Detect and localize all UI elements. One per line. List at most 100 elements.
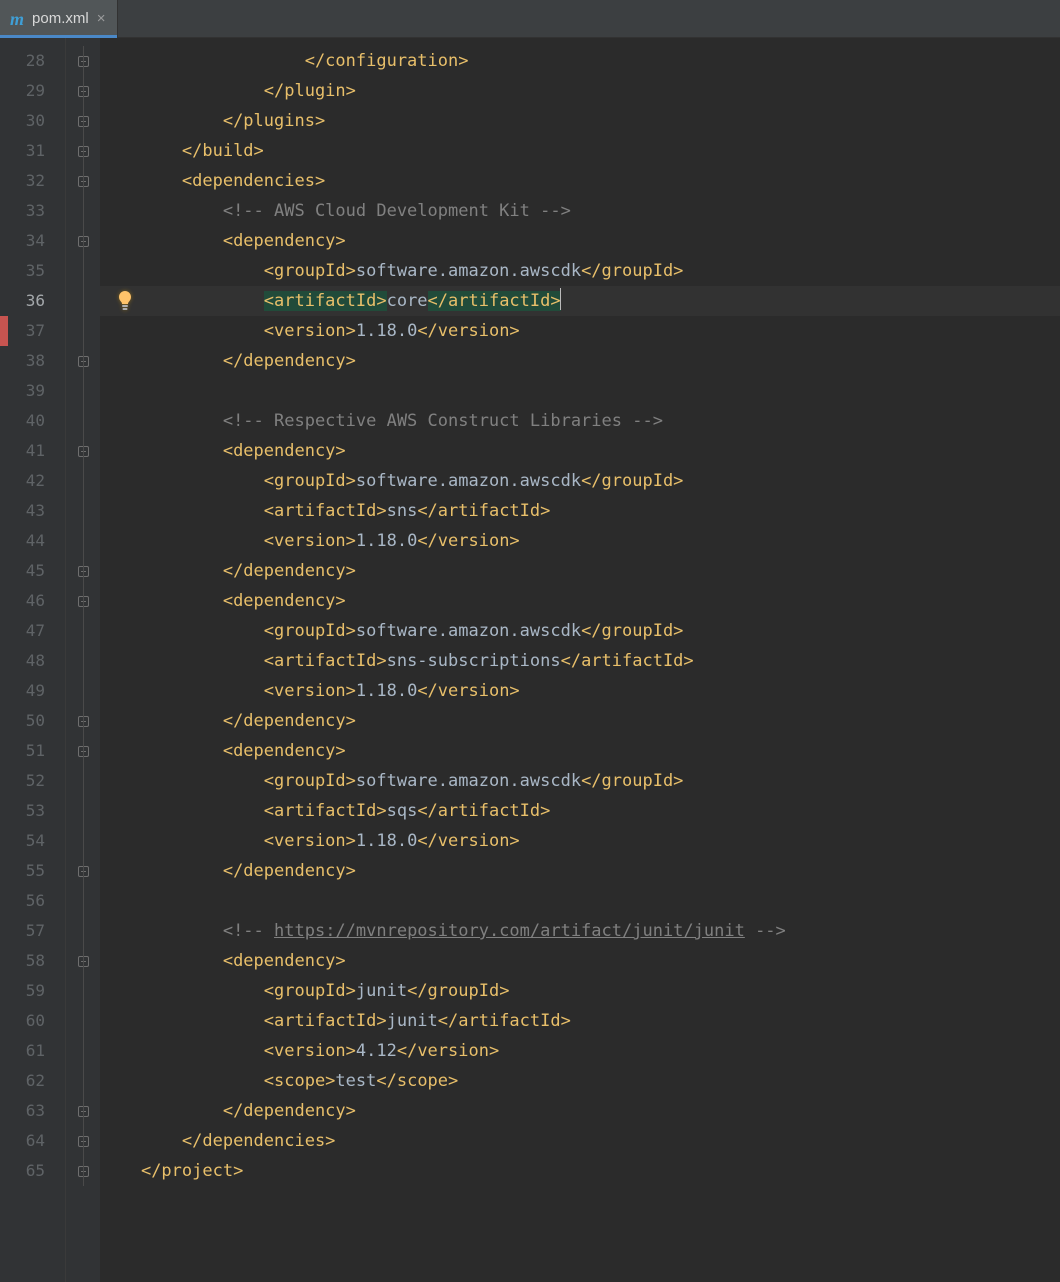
code-line[interactable]: <artifactId>sqs</artifactId>	[100, 796, 1060, 826]
line-number[interactable]: 45	[0, 556, 65, 586]
line-number[interactable]: 44	[0, 526, 65, 556]
line-number[interactable]: 49	[0, 676, 65, 706]
code-line[interactable]: <artifactId>sns</artifactId>	[100, 496, 1060, 526]
fold-close-icon[interactable]	[66, 856, 100, 886]
line-number[interactable]: 59	[0, 976, 65, 1006]
line-number[interactable]: 30	[0, 106, 65, 136]
fold-close-icon[interactable]	[66, 1126, 100, 1156]
fold-close-icon[interactable]	[66, 346, 100, 376]
line-number[interactable]: 58	[0, 946, 65, 976]
line-number[interactable]: 46	[0, 586, 65, 616]
code-area[interactable]: </configuration> </plugin> </plugins> </…	[100, 38, 1060, 1282]
line-number[interactable]: 61	[0, 1036, 65, 1066]
code-line[interactable]	[100, 376, 1060, 406]
line-number[interactable]: 36	[0, 286, 65, 316]
code-line[interactable]: </dependencies>	[100, 1126, 1060, 1156]
tab-pom-xml[interactable]: m pom.xml ×	[0, 0, 118, 37]
line-number[interactable]: 48	[0, 646, 65, 676]
code-line[interactable]: </dependency>	[100, 856, 1060, 886]
line-number[interactable]: 41	[0, 436, 65, 466]
code-line[interactable]: <version>1.18.0</version>	[100, 676, 1060, 706]
line-number[interactable]: 54	[0, 826, 65, 856]
line-number[interactable]: 52	[0, 766, 65, 796]
fold-column[interactable]	[66, 38, 100, 1282]
line-number[interactable]: 57	[0, 916, 65, 946]
code-line[interactable]: <artifactId>core</artifactId>	[100, 286, 1060, 316]
code-line[interactable]: </dependency>	[100, 706, 1060, 736]
code-line[interactable]: </dependency>	[100, 556, 1060, 586]
code-line[interactable]: <dependency>	[100, 586, 1060, 616]
line-number[interactable]: 56	[0, 886, 65, 916]
line-number[interactable]: 51	[0, 736, 65, 766]
code-line[interactable]	[100, 886, 1060, 916]
code-line[interactable]: <!-- Respective AWS Construct Libraries …	[100, 406, 1060, 436]
line-number[interactable]: 43	[0, 496, 65, 526]
code-line[interactable]: <version>4.12</version>	[100, 1036, 1060, 1066]
code-line[interactable]: <version>1.18.0</version>	[100, 526, 1060, 556]
fold-close-icon[interactable]	[66, 706, 100, 736]
code-line[interactable]: <dependencies>	[100, 166, 1060, 196]
fold-open-icon[interactable]	[66, 736, 100, 766]
line-number[interactable]: 65	[0, 1156, 65, 1186]
code-line[interactable]: <!-- https://mvnrepository.com/artifact/…	[100, 916, 1060, 946]
line-number[interactable]: 28	[0, 46, 65, 76]
fold-open-icon[interactable]	[66, 226, 100, 256]
line-number[interactable]: 38	[0, 346, 65, 376]
line-number[interactable]: 60	[0, 1006, 65, 1036]
intention-bulb-icon[interactable]	[108, 286, 142, 316]
code-line[interactable]: </configuration>	[100, 46, 1060, 76]
line-number[interactable]: 64	[0, 1126, 65, 1156]
code-line[interactable]: <groupId>software.amazon.awscdk</groupId…	[100, 766, 1060, 796]
fold-close-icon[interactable]	[66, 76, 100, 106]
line-number[interactable]: 62	[0, 1066, 65, 1096]
code-editor[interactable]: 2829303132333435363738394041424344454647…	[0, 38, 1060, 1282]
line-number[interactable]: 55	[0, 856, 65, 886]
code-line[interactable]: <groupId>software.amazon.awscdk</groupId…	[100, 256, 1060, 286]
line-number[interactable]: 29	[0, 76, 65, 106]
fold-close-icon[interactable]	[66, 136, 100, 166]
fold-open-icon[interactable]	[66, 586, 100, 616]
fold-close-icon[interactable]	[66, 556, 100, 586]
line-number[interactable]: 40	[0, 406, 65, 436]
code-line[interactable]: <version>1.18.0</version>	[100, 826, 1060, 856]
fold-open-icon[interactable]	[66, 436, 100, 466]
fold-open-icon[interactable]	[66, 166, 100, 196]
fold-close-icon[interactable]	[66, 46, 100, 76]
line-number[interactable]: 47	[0, 616, 65, 646]
fold-open-icon[interactable]	[66, 946, 100, 976]
line-number[interactable]: 34	[0, 226, 65, 256]
fold-close-icon[interactable]	[66, 1096, 100, 1126]
code-line[interactable]: <dependency>	[100, 436, 1060, 466]
line-number[interactable]: 37	[0, 316, 65, 346]
code-line[interactable]: </build>	[100, 136, 1060, 166]
line-number[interactable]: 35	[0, 256, 65, 286]
close-icon[interactable]: ×	[97, 10, 106, 27]
code-line[interactable]: <groupId>software.amazon.awscdk</groupId…	[100, 466, 1060, 496]
code-line[interactable]: </plugins>	[100, 106, 1060, 136]
line-number-gutter[interactable]: 2829303132333435363738394041424344454647…	[0, 38, 66, 1282]
fold-close-icon[interactable]	[66, 1156, 100, 1186]
line-number[interactable]: 39	[0, 376, 65, 406]
line-number[interactable]: 63	[0, 1096, 65, 1126]
code-line[interactable]: </dependency>	[100, 346, 1060, 376]
code-line[interactable]: <artifactId>junit</artifactId>	[100, 1006, 1060, 1036]
code-line[interactable]: <!-- AWS Cloud Development Kit -->	[100, 196, 1060, 226]
line-number[interactable]: 50	[0, 706, 65, 736]
line-number[interactable]: 31	[0, 136, 65, 166]
line-number[interactable]: 42	[0, 466, 65, 496]
code-line[interactable]: </dependency>	[100, 1096, 1060, 1126]
code-line[interactable]: <dependency>	[100, 736, 1060, 766]
code-line[interactable]: <dependency>	[100, 226, 1060, 256]
code-line[interactable]: <version>1.18.0</version>	[100, 316, 1060, 346]
line-number[interactable]: 32	[0, 166, 65, 196]
code-line[interactable]: <artifactId>sns-subscriptions</artifactI…	[100, 646, 1060, 676]
code-line[interactable]: <scope>test</scope>	[100, 1066, 1060, 1096]
line-number[interactable]: 33	[0, 196, 65, 226]
line-number[interactable]: 53	[0, 796, 65, 826]
code-line[interactable]: <groupId>junit</groupId>	[100, 976, 1060, 1006]
code-line[interactable]: <dependency>	[100, 946, 1060, 976]
code-line[interactable]: </plugin>	[100, 76, 1060, 106]
code-line[interactable]: </project>	[100, 1156, 1060, 1186]
code-line[interactable]: <groupId>software.amazon.awscdk</groupId…	[100, 616, 1060, 646]
fold-close-icon[interactable]	[66, 106, 100, 136]
